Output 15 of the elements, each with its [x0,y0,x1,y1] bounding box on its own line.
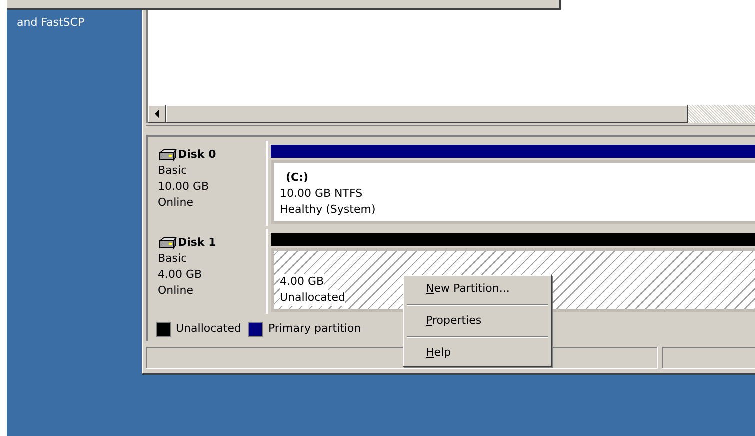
disk-status: Online [158,283,194,299]
disk-name: Disk 0 [178,147,216,163]
disk-status: Online [158,195,194,211]
disk-size: 10.00 GB [158,179,210,195]
disk-type: Basic [158,163,188,179]
partition-size: 4.00 GB [280,274,324,290]
disk-type: Basic [158,251,188,267]
partition-size: 10.00 GB NTFS [280,186,363,202]
partition-status: Healthy (System) [280,202,376,218]
disk-size: 4.00 GB [158,267,204,283]
legend-label: Unallocated [176,321,242,337]
partition-drive-letter: (C:) [285,170,310,186]
partition-status: Unallocated [280,290,346,306]
disk-name: Disk 1 [178,235,216,251]
legend-label: Primary partition [268,321,362,337]
